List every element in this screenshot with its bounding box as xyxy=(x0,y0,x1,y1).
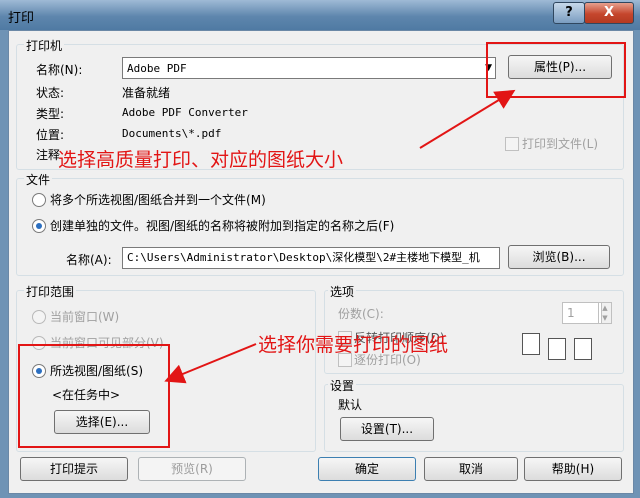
arrow-to-properties xyxy=(419,89,516,149)
arrow-to-selection xyxy=(164,343,257,384)
annotation-arrows xyxy=(164,89,516,384)
